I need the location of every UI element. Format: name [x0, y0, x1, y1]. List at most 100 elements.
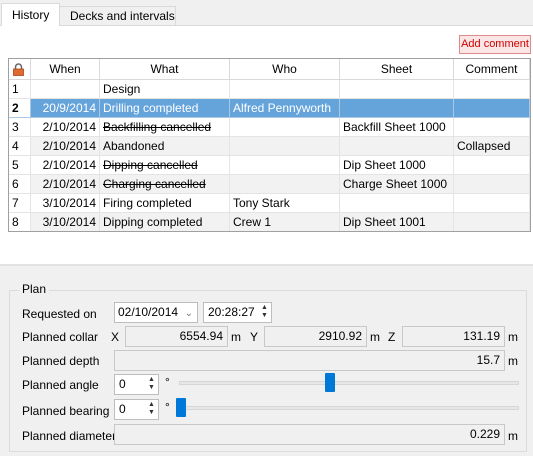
cell-what[interactable]: Charging cancelled — [100, 175, 230, 194]
cell-what[interactable]: Dipping completed — [100, 213, 230, 231]
cell-comment[interactable] — [454, 194, 530, 213]
row-number: 3 — [9, 118, 31, 137]
planned-collar-label: Planned collar — [22, 330, 99, 344]
planned-diameter-field: 0.229 — [114, 424, 505, 445]
cell-comment[interactable] — [454, 213, 530, 231]
cell-who[interactable]: Alfred Pennyworth — [230, 99, 340, 118]
cell-who[interactable]: Crew 1 — [230, 213, 340, 231]
cell-who[interactable]: Tony Stark — [230, 194, 340, 213]
cell-sheet[interactable] — [340, 99, 454, 118]
table-row[interactable]: 8 3/10/2014 Dipping completed Crew 1 Dip… — [9, 213, 530, 231]
cell-who[interactable] — [230, 118, 340, 137]
table-row[interactable]: 5 2/10/2014 Dipping cancelled Dip Sheet … — [9, 156, 530, 175]
row-number: 4 — [9, 137, 31, 156]
grid-corner[interactable] — [9, 59, 31, 80]
cell-when[interactable]: 2/10/2014 — [31, 175, 100, 194]
grid-header: When What Who Sheet Comment — [9, 59, 530, 80]
spin-arrows-icon[interactable]: ▲ ▼ — [146, 376, 157, 393]
row-number: 6 — [9, 175, 31, 194]
cell-sheet[interactable]: Dip Sheet 1000 — [340, 156, 454, 175]
planned-bearing-slider-thumb[interactable] — [176, 398, 186, 417]
cell-comment[interactable] — [454, 175, 530, 194]
x-label: X — [111, 330, 120, 344]
table-row[interactable]: 7 3/10/2014 Firing completed Tony Stark — [9, 194, 530, 213]
history-grid[interactable]: When What Who Sheet Comment 1 Design 2 2… — [8, 58, 531, 232]
cell-when[interactable]: 2/10/2014 — [31, 118, 100, 137]
column-header-what[interactable]: What — [100, 59, 230, 80]
table-row-selected[interactable]: 2 20/9/2014 Drilling completed Alfred Pe… — [9, 99, 530, 118]
cell-what[interactable]: Firing completed — [100, 194, 230, 213]
chevron-down-icon[interactable]: ⌄ — [185, 304, 193, 323]
cell-who[interactable] — [230, 137, 340, 156]
cell-when[interactable]: 20/9/2014 — [31, 99, 100, 118]
requested-date-value: 02/10/2014 — [118, 305, 179, 319]
cell-what[interactable]: Dipping cancelled — [100, 156, 230, 175]
table-row[interactable]: 1 Design — [9, 80, 530, 99]
planned-bearing-slider-track[interactable] — [179, 406, 519, 410]
column-header-who[interactable]: Who — [230, 59, 340, 80]
cell-what[interactable]: Backfilling cancelled — [100, 118, 230, 137]
planned-angle-value: 0 — [119, 377, 126, 391]
planned-angle-label: Planned angle — [22, 378, 99, 392]
cell-comment[interactable] — [454, 118, 530, 137]
cell-sheet[interactable] — [340, 80, 454, 99]
cell-comment[interactable]: Collapsed — [454, 137, 530, 156]
angle-degree-unit: ° — [165, 375, 170, 389]
cell-comment[interactable] — [454, 80, 530, 99]
planned-angle-slider-thumb[interactable] — [324, 373, 335, 392]
bearing-degree-unit: ° — [165, 400, 170, 414]
cell-sheet[interactable]: Charge Sheet 1000 — [340, 175, 454, 194]
cell-what[interactable]: Abandoned — [100, 137, 230, 156]
cell-what[interactable]: Drilling completed — [100, 99, 230, 118]
y-unit: m — [370, 330, 380, 344]
tab-history[interactable]: History — [1, 3, 60, 26]
cell-comment[interactable] — [454, 156, 530, 175]
planned-bearing-value: 0 — [119, 402, 126, 416]
row-number: 2 — [9, 99, 31, 118]
cell-when[interactable] — [31, 80, 100, 99]
panel-separator[interactable] — [0, 264, 533, 266]
requested-time-spinner[interactable]: 20:28:27 ▲ ▼ — [203, 302, 272, 323]
cell-what[interactable]: Design — [100, 80, 230, 99]
planned-bearing-spinner[interactable]: 0 ▲ ▼ — [114, 399, 159, 420]
planned-angle-spinner[interactable]: 0 ▲ ▼ — [114, 374, 159, 395]
tab-bar: History Decks and intervals — [0, 0, 533, 26]
column-header-when[interactable]: When — [31, 59, 100, 80]
cell-when[interactable]: 2/10/2014 — [31, 156, 100, 175]
collar-y-field: 2910.92 — [264, 326, 367, 347]
column-header-comment[interactable]: Comment — [454, 59, 530, 80]
cell-sheet[interactable]: Dip Sheet 1001 — [340, 213, 454, 231]
planned-angle-slider-track[interactable] — [179, 381, 519, 385]
cell-when[interactable]: 2/10/2014 — [31, 137, 100, 156]
cell-sheet[interactable] — [340, 137, 454, 156]
cell-when[interactable]: 3/10/2014 — [31, 213, 100, 231]
cell-when[interactable]: 3/10/2014 — [31, 194, 100, 213]
spin-arrows-icon[interactable]: ▲ ▼ — [146, 401, 157, 418]
tab-decks-and-intervals[interactable]: Decks and intervals — [59, 6, 176, 25]
y-label: Y — [250, 330, 259, 344]
add-comment-button[interactable]: Add comment — [459, 35, 531, 54]
spin-arrows-icon[interactable]: ▲ ▼ — [259, 304, 270, 321]
column-header-sheet[interactable]: Sheet — [340, 59, 454, 80]
row-number: 8 — [9, 213, 31, 231]
table-row[interactable]: 3 2/10/2014 Backfilling cancelled Backfi… — [9, 118, 530, 137]
table-row[interactable]: 4 2/10/2014 Abandoned Collapsed — [9, 137, 530, 156]
diameter-unit: m — [508, 429, 518, 443]
cell-who[interactable] — [230, 80, 340, 99]
cell-sheet[interactable] — [340, 194, 454, 213]
plan-legend: Plan — [19, 282, 50, 296]
row-number: 7 — [9, 194, 31, 213]
cell-sheet[interactable]: Backfill Sheet 1000 — [340, 118, 454, 137]
lock-icon — [13, 63, 24, 76]
depth-unit: m — [508, 354, 518, 368]
requested-on-label: Requested on — [22, 307, 97, 321]
planned-diameter-label: Planned diameter — [22, 429, 117, 443]
planned-depth-field: 15.7 — [114, 350, 505, 371]
cell-comment[interactable] — [454, 99, 530, 118]
requested-date-picker[interactable]: 02/10/2014 ⌄ — [114, 302, 198, 323]
cell-who[interactable] — [230, 156, 340, 175]
cell-who[interactable] — [230, 175, 340, 194]
requested-time-value: 20:28:27 — [208, 305, 255, 319]
table-row[interactable]: 6 2/10/2014 Charging cancelled Charge Sh… — [9, 175, 530, 194]
row-number: 1 — [9, 80, 31, 99]
